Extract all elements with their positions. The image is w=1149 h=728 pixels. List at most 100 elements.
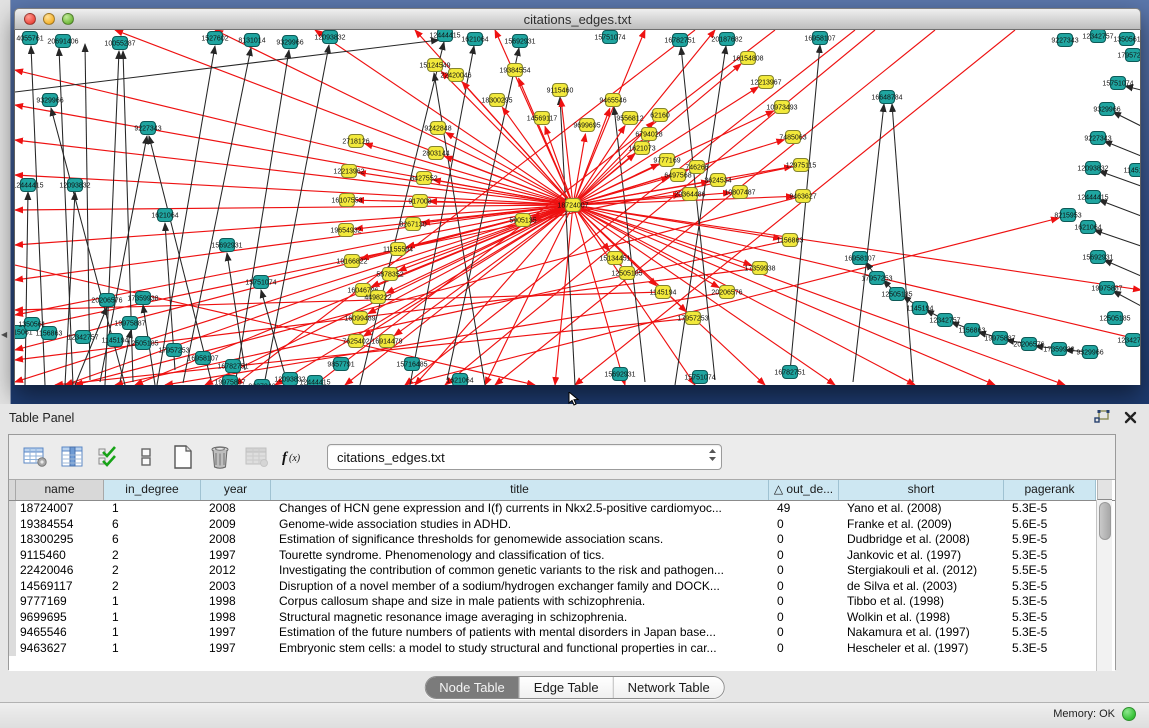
graph-node[interactable]: 17359938 [1043,343,1074,356]
graph-node[interactable]: 18300295 [481,94,512,107]
graph-node[interactable]: 20364486 [674,188,705,201]
graph-node[interactable]: 1527602 [201,32,228,45]
graph-edge[interactable] [445,30,875,385]
graph-node[interactable]: 16107553 [331,194,362,207]
graph-edge[interactable] [360,42,444,385]
column-header-in_degree[interactable]: in_degree [104,480,201,500]
graph-node[interactable]: 9857791 [327,358,354,371]
graph-node[interactable]: 9329966 [1076,346,1103,359]
graph-edge[interactable] [573,205,835,385]
graph-node[interactable]: 7485063 [779,131,806,144]
graph-node[interactable]: 62160 [650,109,670,122]
tab-network-table[interactable]: Network Table [613,677,724,698]
graph-edge[interactable] [1094,230,1140,246]
graph-node[interactable]: 16914479 [371,335,402,348]
graph-node[interactable]: 15692931 [504,35,535,48]
graph-edge[interactable] [573,205,1065,385]
graph-node[interactable]: 16782751 [774,366,805,379]
graph-node[interactable]: 16648784 [871,91,902,104]
graph-edge[interactable] [405,30,855,385]
vertical-scrollbar[interactable] [1096,500,1112,671]
graph-node[interactable]: 15124549 [419,59,450,72]
graph-node[interactable]: 12444415 [429,30,460,42]
graph-node[interactable]: 8267130 [399,218,426,231]
graph-node[interactable]: 15751074 [245,276,276,289]
graph-edge[interactable] [573,30,715,205]
table-selector-dropdown[interactable]: citations_edges.txt [327,444,722,470]
graph-edge[interactable] [1104,260,1140,276]
table-row[interactable]: 946554611997Estimation of the future num… [9,625,1115,641]
graph-edge[interactable] [675,46,726,385]
column-header-title[interactable]: title [271,480,769,500]
graph-node[interactable]: 12213967 [750,76,781,89]
column-header-name[interactable]: name [16,480,104,500]
graph-node[interactable]: 9227343 [134,122,161,135]
graph-edge[interactable] [85,44,90,380]
show-column-icon[interactable] [58,443,86,471]
graph-node[interactable]: 15751074 [1102,77,1133,90]
table-settings-icon[interactable] [21,443,49,471]
network-canvas[interactable]: 1872400727181261221396216107553196549321… [14,30,1141,385]
graph-node[interactable]: 12505185 [1099,312,1130,325]
graph-node[interactable]: 15692931 [1082,251,1113,264]
graph-node[interactable]: 1145194 [102,334,129,347]
graph-node[interactable]: 8427552 [410,172,437,185]
graph-node[interactable]: 19384554 [499,64,530,77]
panel-collapse-arrow-icon[interactable]: ◀ [1,330,7,339]
graph-node[interactable]: 2718126 [342,135,369,148]
select-rows-icon[interactable] [95,443,123,471]
graph-edge[interactable] [573,205,995,385]
graph-node[interactable]: 19975887 [984,332,1015,345]
graph-edge[interactable] [462,82,573,205]
graph-node[interactable]: 12975115 [786,159,817,172]
graph-edge[interactable] [573,205,1140,340]
graph-node[interactable]: 1621064 [446,374,473,386]
graph-node[interactable]: 1350561 [1113,33,1140,46]
column-header-pagerank[interactable]: pagerank [1004,480,1096,500]
table-row[interactable]: 1872400712008Changes of HCN gene express… [9,501,1115,517]
scrollbar-thumb[interactable] [1099,502,1111,540]
graph-node[interactable]: 8215953 [1054,209,1081,222]
graph-node[interactable]: 1145194 [650,286,677,299]
table-row[interactable]: 977716911998Corpus callosum shape and si… [9,594,1115,610]
column-header-year[interactable]: year [201,480,271,500]
graph-edge[interactable] [183,48,251,383]
graph-node[interactable]: 20206576 [1013,338,1044,351]
table-row[interactable]: 969969511998Structural magnetic resonanc… [9,610,1115,626]
table-row[interactable]: 1456911722003Disruption of a novel membe… [9,579,1115,595]
tab-node-table[interactable]: Node Table [425,677,519,698]
graph-node[interactable]: 12342757 [929,314,960,327]
table-row[interactable]: 2242004622012Investigating the contribut… [9,563,1115,579]
graph-node[interactable]: 1156863 [959,324,986,337]
graph-node[interactable]: 9242848 [424,122,451,135]
table-row[interactable]: 1830029562008Estimation of significance … [9,532,1115,548]
delete-table-icon[interactable] [206,443,234,471]
graph-edge[interactable] [892,104,913,382]
graph-node[interactable]: 12342757 [1082,30,1113,43]
graph-node[interactable]: 12342757 [67,331,98,344]
graph-node[interactable]: 17359938 [127,292,158,305]
graph-node[interactable]: 16958107 [844,252,875,265]
graph-node[interactable]: 10055287 [104,37,135,50]
float-icon[interactable] [1094,410,1110,424]
graph-node[interactable]: 9227343 [248,380,275,386]
close-icon[interactable] [1124,411,1137,424]
graph-node[interactable]: 1156863 [777,234,804,247]
graph-node[interactable]: 9329966 [276,36,303,49]
graph-node[interactable]: 20187682 [711,33,742,46]
graph-edge[interactable] [15,40,439,92]
graph-node[interactable]: 6794028 [635,128,662,141]
graph-node[interactable]: 9465546 [599,94,626,107]
table-row[interactable]: 911546021997Tourette syndrome. Phenomeno… [9,548,1115,564]
column-header-short[interactable]: short [839,480,1004,500]
graph-node[interactable]: 16958107 [187,352,218,365]
graph-node[interactable]: 16958107 [804,32,835,45]
graph-node[interactable]: 1145194 [907,302,934,315]
graph-edge[interactable] [853,104,884,382]
graph-node[interactable]: 15751074 [684,371,715,384]
graph-node[interactable]: 20206576 [91,294,122,307]
graph-node[interactable]: 20691406 [47,35,78,48]
graph-edge[interactable] [15,205,573,210]
graph-node[interactable]: 15751074 [594,31,625,44]
memory-status-indicator[interactable] [1122,707,1136,721]
